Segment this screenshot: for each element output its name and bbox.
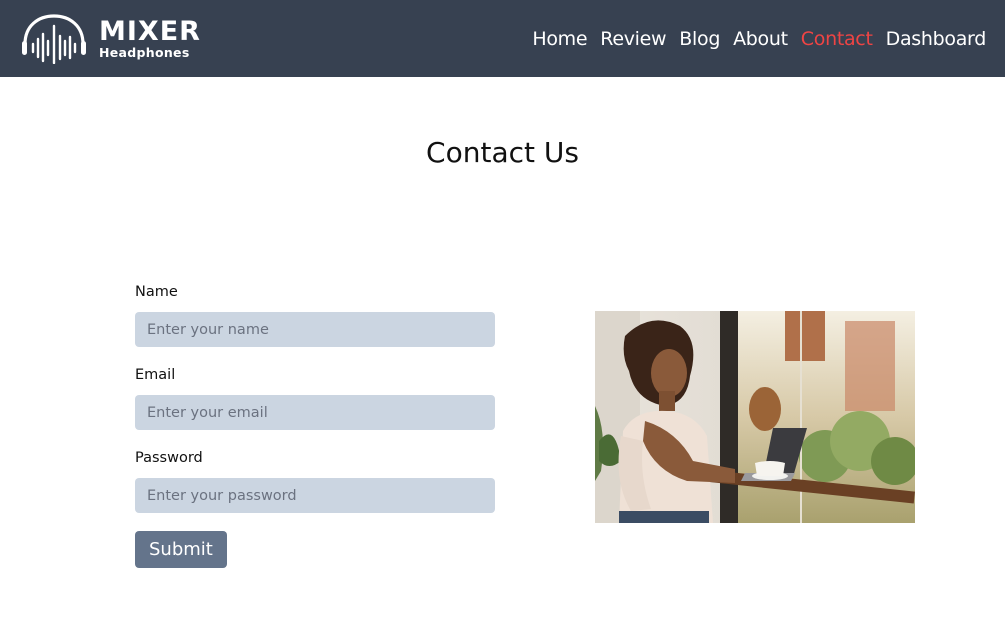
email-label: Email <box>135 367 176 383</box>
brand-title: MIXER <box>99 15 201 47</box>
brand-subtitle: Headphones <box>99 44 190 60</box>
nav-link-home[interactable]: Home <box>532 28 587 50</box>
email-input[interactable] <box>135 395 495 430</box>
headphones-soundwave-icon <box>22 13 86 64</box>
password-label: Password <box>135 450 203 466</box>
nav-link-blog[interactable]: Blog <box>679 28 720 50</box>
contact-form: Name Email Password Submit <box>135 284 495 568</box>
nav-link-about[interactable]: About <box>733 28 788 50</box>
brand-text: MIXER Headphones <box>99 18 201 60</box>
password-input[interactable] <box>135 478 495 513</box>
name-label: Name <box>135 284 178 300</box>
woman-laptop-cafe-image <box>595 311 915 523</box>
contact-photo <box>595 311 915 523</box>
name-input[interactable] <box>135 312 495 347</box>
navbar: MIXER Headphones Home Review Blog About … <box>0 0 1005 77</box>
brand-logo[interactable]: MIXER Headphones <box>19 13 201 64</box>
nav-link-dashboard[interactable]: Dashboard <box>886 28 987 50</box>
page-title: Contact Us <box>426 136 579 169</box>
nav-link-contact[interactable]: Contact <box>801 28 873 50</box>
nav-link-review[interactable]: Review <box>600 28 666 50</box>
main-nav: Home Review Blog About Contact Dashboard <box>532 28 986 50</box>
submit-button[interactable]: Submit <box>135 531 227 568</box>
